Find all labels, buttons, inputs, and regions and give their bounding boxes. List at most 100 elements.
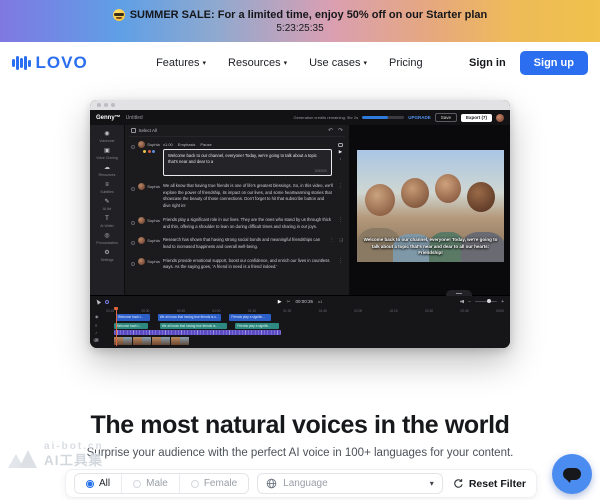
voice-clip[interactable]: Welcome back t... (116, 314, 150, 321)
sidebar-item-ai-art[interactable]: ✎ AI Art (90, 196, 124, 213)
chevron-down-icon: ▾ (202, 59, 206, 67)
sidebar-item-settings[interactable]: ⚙ Settings (90, 247, 124, 264)
comment-icon[interactable]: ❑ (339, 237, 343, 242)
more-options-icon[interactable]: ⋮ (329, 237, 334, 243)
script-block[interactable]: Sophia Friends play a significant role i… (129, 213, 345, 233)
filter-option-male[interactable]: Male (121, 474, 179, 493)
export-button[interactable]: Export (7) (461, 114, 492, 122)
magnet-tool-icon[interactable] (105, 300, 109, 304)
brand-name: LOVO (36, 53, 88, 73)
window-dot-icon[interactable] (104, 103, 108, 107)
timeline-zoom-slider[interactable] (475, 301, 497, 303)
zoom-out-icon[interactable]: − (468, 299, 471, 305)
undo-icon[interactable]: ↶ (328, 127, 333, 134)
speaker-avatar[interactable] (138, 217, 145, 224)
voice-clip[interactable]: Friends play a signific... (229, 314, 271, 321)
block-checkbox[interactable] (131, 221, 135, 225)
window-dot-icon[interactable] (97, 103, 101, 107)
radio-icon (133, 480, 141, 488)
voice-clip[interactable]: We all know that having true friends is … (158, 314, 222, 321)
more-options-icon[interactable]: ⋮ (338, 258, 343, 264)
save-button[interactable]: Save (435, 113, 457, 122)
nav-item-pricing[interactable]: Pricing (389, 57, 423, 69)
promo-banner[interactable]: SUMMER SALE: For a limited time, enjoy 5… (0, 0, 600, 42)
speaker-name[interactable]: Sophia (147, 142, 159, 147)
reset-filter-button[interactable]: Reset Filter (451, 478, 528, 490)
chevron-down-icon: ▾ (284, 59, 288, 67)
video-track: ▦ (106, 337, 504, 345)
cursor-tool-icon[interactable] (95, 298, 101, 304)
script-text-input[interactable]: Welcome back to our channel, everyone! T… (163, 149, 332, 176)
zoom-in-icon[interactable]: + (501, 299, 504, 305)
voice-filter-bar: All Male Female Language ▾ Reset Filter (65, 469, 537, 498)
block-checkbox[interactable] (131, 241, 135, 245)
speaker-avatar[interactable] (138, 183, 145, 190)
speaker-avatar[interactable] (138, 258, 145, 265)
subtitle-clip[interactable]: We all know that having true friends is.… (160, 323, 228, 329)
volume-icon[interactable] (460, 300, 464, 304)
credits-progress-bar (362, 116, 404, 119)
mic-icon: ◉ (104, 131, 109, 138)
radio-icon (191, 480, 199, 488)
video-preview[interactable]: Welcome back to our channel, everyone! T… (357, 150, 504, 262)
speed-control[interactable]: x1.00 (163, 142, 173, 147)
sign-in-link[interactable]: Sign in (469, 57, 506, 69)
timeline-ruler[interactable]: 00:1500:30 00:4501:00 01:1501:30 01:4502… (90, 307, 510, 314)
play-icon[interactable]: ▶ (339, 150, 342, 154)
pause-control[interactable]: Pause (200, 142, 211, 147)
timeline-play-button[interactable]: ▶ (278, 299, 282, 305)
sidebar-item-ai-writer[interactable]: T AI Writer (90, 213, 124, 230)
playback-speed[interactable]: x1 (318, 299, 322, 304)
audio-track: ♪ (106, 330, 504, 335)
nav-item-features[interactable]: Features ▾ (156, 57, 206, 69)
split-clip-icon[interactable]: ✂ (287, 299, 291, 305)
emotion-icons[interactable] (143, 150, 155, 153)
script-block[interactable]: Sophia We all know that having true frie… (129, 179, 345, 213)
nav-item-resources[interactable]: Resources ▾ (228, 57, 287, 69)
timeline-settings-gear-icon[interactable]: ⚙ (93, 338, 97, 344)
window-dot-icon[interactable] (111, 103, 115, 107)
block-checkbox[interactable] (131, 145, 135, 149)
filter-option-female[interactable]: Female (179, 474, 248, 493)
sidebar-item-subtitles[interactable]: ≡ Subtitles (90, 179, 124, 196)
more-options-icon[interactable]: ⋮ (338, 217, 343, 223)
user-avatar[interactable] (496, 114, 504, 122)
watermark-logo-icon (8, 446, 38, 468)
select-all-checkbox[interactable] (131, 128, 136, 133)
comment-icon[interactable] (338, 143, 343, 147)
nav-item-use-cases[interactable]: Use cases ▾ (309, 57, 367, 69)
chevron-down-icon: ▾ (430, 479, 434, 488)
video-clip-thumbnails[interactable] (114, 337, 190, 345)
script-block[interactable]: Sophia Research has shown that having st… (129, 234, 345, 254)
upgrade-link[interactable]: UPGRADE (408, 115, 431, 120)
playhead[interactable] (116, 307, 117, 346)
pronunciation-icon: ◎ (104, 233, 109, 240)
subtitle-clip[interactable]: Welcome back t... (114, 323, 148, 329)
sidebar-item-voiceover[interactable]: ◉ Voiceover (90, 128, 124, 145)
subtitle-clip[interactable]: Friends play a signific... (235, 323, 279, 329)
redo-icon[interactable]: ↷ (338, 127, 343, 134)
emphasis-control[interactable]: Emphasis (178, 142, 196, 147)
more-options-icon[interactable]: ⋮ (338, 183, 343, 189)
audio-clip[interactable] (114, 330, 281, 335)
speaker-avatar[interactable] (138, 141, 145, 148)
speaker-avatar[interactable] (138, 237, 145, 244)
lovo-logo[interactable]: LOVO (12, 53, 88, 73)
block-checkbox[interactable] (131, 262, 135, 266)
sidebar-item-resources[interactable]: ☁ Resources (90, 162, 124, 179)
download-icon[interactable]: ↓ (339, 157, 341, 161)
block-checkbox[interactable] (131, 187, 135, 191)
script-block-selected[interactable]: Sophia x1.00 Emphasis Pause Welcome back… (129, 137, 345, 179)
chat-widget-button[interactable] (552, 454, 592, 494)
waveform-logo-icon (12, 55, 31, 71)
clone-icon: ▣ (104, 148, 110, 155)
sidebar-item-voice-cloning[interactable]: ▣ Voice Cloning (90, 145, 124, 162)
sign-up-button[interactable]: Sign up (520, 51, 588, 75)
chevron-down-icon: ▾ (363, 59, 367, 67)
language-dropdown[interactable]: Language ▾ (257, 473, 443, 494)
filter-option-all[interactable]: All (75, 474, 121, 493)
document-name[interactable]: Untitled (126, 115, 143, 121)
script-block[interactable]: Sophia Friends provide emotional support… (129, 254, 345, 274)
sidebar-item-pronunciation[interactable]: ◎ Pronunciation (90, 230, 124, 247)
video-preview-panel: Welcome back to our channel, everyone! T… (350, 125, 510, 295)
